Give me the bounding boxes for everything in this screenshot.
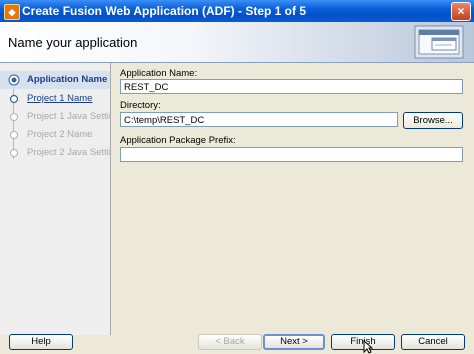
step-label: Project 1 Name: [27, 93, 93, 104]
step-project-2-name: Project 2 Name: [0, 126, 110, 144]
directory-label: Directory:: [120, 100, 161, 111]
step-label: Project 2 Name: [27, 129, 93, 140]
app-icon: ◆: [4, 4, 20, 20]
step-label: Project 1 Java Settings: [27, 111, 125, 122]
step-label: Project 2 Java Settings: [27, 147, 125, 158]
step-project-2-java-settings: Project 2 Java Settings: [0, 144, 124, 162]
close-button[interactable]: ×: [451, 2, 471, 21]
window-title: Create Fusion Web Application (ADF) - St…: [22, 4, 307, 18]
step-disabled-icon: [10, 149, 18, 157]
wizard-header: Name your application: [0, 22, 474, 63]
steps-panel: Application Name Project 1 Name Project …: [0, 63, 124, 335]
help-button[interactable]: Help: [9, 334, 73, 350]
next-button[interactable]: Next >: [263, 334, 325, 350]
app-name-label: Application Name:: [120, 68, 198, 79]
package-prefix-input[interactable]: [120, 147, 463, 162]
app-name-input[interactable]: REST_DC: [120, 79, 463, 94]
directory-input[interactable]: C:\temp\REST_DC: [120, 112, 398, 127]
application-form: Application Name: REST_DC Directory: C:\…: [111, 63, 474, 335]
step-current-icon: [8, 74, 20, 86]
cancel-button[interactable]: Cancel: [401, 334, 465, 350]
step-label: Application Name: [27, 74, 108, 85]
package-prefix-label: Application Package Prefix:: [120, 135, 236, 146]
wizard-window-icon: [414, 25, 464, 59]
mouse-cursor-icon: [363, 340, 373, 354]
step-application-name[interactable]: Application Name: [0, 71, 110, 89]
back-button[interactable]: < Back: [198, 334, 262, 350]
step-disabled-icon: [10, 131, 18, 139]
step-project-1-java-settings: Project 1 Java Settings: [0, 108, 124, 126]
title-bar[interactable]: ◆ Create Fusion Web Application (ADF) - …: [0, 0, 474, 22]
step-pending-icon: [9, 94, 19, 104]
step-disabled-icon: [10, 113, 18, 121]
step-project-1-name[interactable]: Project 1 Name: [0, 90, 110, 108]
browse-button[interactable]: Browse...: [403, 112, 463, 129]
page-title: Name your application: [8, 35, 138, 50]
